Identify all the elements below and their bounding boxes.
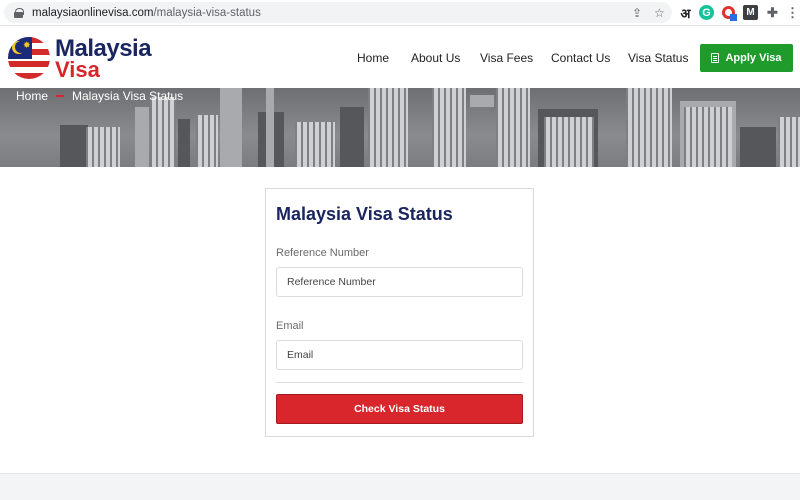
reference-number-label: Reference Number [276, 247, 369, 259]
menu-icon[interactable]: ⋮ [785, 5, 800, 20]
grammarly-icon[interactable]: G [699, 5, 714, 20]
breadcrumb: Home Malaysia Visa Status [16, 89, 183, 103]
email-input[interactable] [276, 340, 523, 370]
url-text[interactable]: malaysiaonlinevisa.com/malaysia-visa-sta… [32, 7, 261, 19]
reference-number-input[interactable] [276, 267, 523, 297]
url-path: /malaysia-visa-status [153, 6, 261, 19]
hindi-extension-icon[interactable]: अ [678, 5, 693, 21]
footer-strip [0, 473, 800, 500]
extension-badge-icon[interactable] [721, 5, 737, 21]
breadcrumb-home-link[interactable]: Home [16, 89, 48, 103]
site-logo[interactable]: ✸ Malaysia Visa [8, 35, 168, 81]
url-host: malaysiaonlinevisa.com [32, 6, 154, 19]
breadcrumb-current: Malaysia Visa Status [72, 89, 184, 103]
nav-home[interactable]: Home [357, 51, 389, 65]
lock-icon[interactable] [14, 7, 24, 18]
m-extension-icon[interactable]: M [743, 5, 758, 20]
form-divider [276, 382, 523, 383]
nav-visa-status[interactable]: Visa Status [628, 51, 688, 65]
address-bar[interactable]: malaysiaonlinevisa.com/malaysia-visa-sta… [4, 2, 672, 23]
apply-visa-label: Apply Visa [725, 52, 782, 64]
form-title: Malaysia Visa Status [276, 204, 453, 224]
check-visa-status-button[interactable]: Check Visa Status [276, 394, 523, 424]
star-icon[interactable]: ☆ [654, 7, 665, 19]
nav-visa-fees[interactable]: Visa Fees [480, 51, 533, 65]
logo-text-visa: Visa [55, 57, 100, 82]
malaysia-flag-globe-icon: ✸ [8, 37, 50, 79]
nav-about-us[interactable]: About Us [411, 51, 460, 65]
nav-contact-us[interactable]: Contact Us [551, 51, 610, 65]
browser-toolbar: malaysiaonlinevisa.com/malaysia-visa-sta… [0, 0, 800, 26]
share-icon[interactable]: ⇪ [632, 7, 642, 19]
puzzle-icon[interactable]: ✚ [765, 5, 780, 20]
visa-status-form-card: Malaysia Visa Status Reference Number Em… [265, 188, 534, 437]
breadcrumb-separator [56, 95, 65, 97]
site-header: ✸ Malaysia Visa Home About Us Visa Fees … [0, 27, 800, 88]
email-label: Email [276, 320, 304, 332]
apply-visa-button[interactable]: Apply Visa [700, 44, 793, 72]
document-icon [711, 53, 720, 63]
